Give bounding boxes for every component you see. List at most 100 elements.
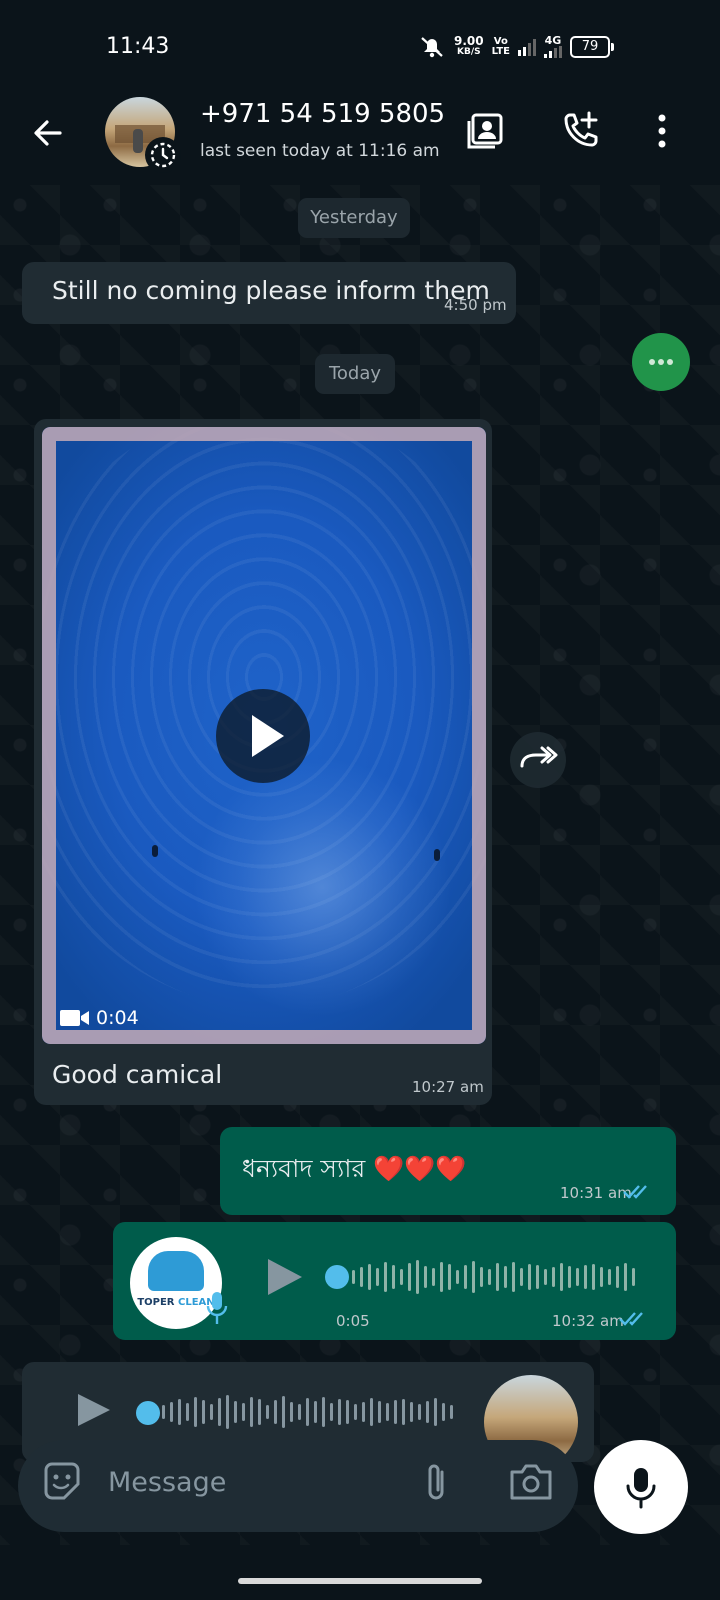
waveform-bar	[600, 1267, 603, 1287]
voice-progress-handle[interactable]	[325, 1265, 349, 1289]
chat-header: +971 54 519 5805 last seen today at 11:1…	[0, 95, 720, 185]
camera-icon[interactable]	[508, 1462, 554, 1502]
voice-play-icon[interactable]	[74, 1390, 114, 1430]
video-play-button[interactable]	[216, 689, 310, 783]
message-input-bar[interactable]	[18, 1440, 578, 1532]
video-duration: 0:04	[60, 1007, 139, 1029]
waveform-bar	[386, 1403, 389, 1421]
waveform-bar	[504, 1266, 507, 1288]
voice-progress-handle[interactable]	[136, 1401, 160, 1425]
waveform-bar	[194, 1397, 197, 1427]
waveform-bar	[362, 1402, 365, 1422]
add-call-icon[interactable]	[558, 109, 602, 153]
waveform-bar	[330, 1403, 333, 1421]
waveform-bar	[354, 1404, 357, 1420]
waveform-bar	[536, 1265, 539, 1289]
waveform-bar	[226, 1395, 229, 1429]
waveform-bar	[384, 1262, 387, 1292]
voice-duration: 0:05	[336, 1312, 370, 1330]
waveform-bar	[298, 1404, 301, 1420]
waveform-bar	[608, 1269, 611, 1285]
status-bar: 11:43 9.00 KB/S Vo LTE 4G 79	[0, 0, 720, 95]
waveform-bar	[282, 1396, 285, 1428]
date-chip-today: Today	[315, 354, 395, 394]
waveform-bar	[616, 1266, 619, 1288]
waveform-bar	[218, 1398, 221, 1426]
waveform-bar	[186, 1403, 189, 1421]
waveform-bar	[440, 1262, 443, 1292]
waveform-bar	[242, 1403, 245, 1421]
logo-text-1: TOPER	[137, 1297, 175, 1308]
waveform-bar	[568, 1266, 571, 1288]
waveform-bar	[306, 1398, 309, 1426]
contact-name[interactable]: +971 54 519 5805	[200, 99, 445, 129]
waveform-bar	[480, 1267, 483, 1287]
voice-play-icon[interactable]	[262, 1255, 306, 1299]
read-receipt-icon	[619, 1312, 643, 1326]
back-arrow-icon[interactable]	[28, 113, 68, 153]
message-time: 10:27 am	[412, 1078, 484, 1096]
video-call-icon[interactable]	[464, 109, 508, 153]
signal-icon-2	[543, 46, 562, 58]
floating-action-button[interactable]	[632, 333, 690, 391]
waveform-bar	[512, 1262, 515, 1292]
dots-icon	[649, 359, 673, 365]
waveform-bar	[402, 1399, 405, 1425]
waveform-bar	[576, 1268, 579, 1286]
waveform-bar	[464, 1265, 467, 1289]
waveform-bar	[426, 1401, 429, 1423]
voice-waveform[interactable]	[162, 1390, 462, 1434]
waveform-bar	[378, 1401, 381, 1423]
message-time: 10:32 am	[552, 1312, 624, 1330]
mic-icon	[626, 1468, 656, 1509]
mute-icon	[421, 37, 443, 58]
waveform-bar	[472, 1261, 475, 1293]
video-camera-icon	[60, 1010, 89, 1026]
waveform-bar	[210, 1404, 213, 1420]
waveform-bar	[258, 1399, 261, 1425]
voice-waveform[interactable]	[352, 1255, 644, 1299]
outgoing-message[interactable]: ধন্যবাদ স্যার ❤️❤️❤️ 10:31 am	[220, 1127, 676, 1215]
read-receipt-icon	[623, 1185, 647, 1199]
date-chip-yesterday: Yesterday	[298, 198, 410, 238]
waveform-bar	[520, 1268, 523, 1286]
waveform-bar	[274, 1400, 277, 1424]
waveform-bar	[338, 1399, 341, 1425]
waveform-bar	[360, 1267, 363, 1287]
clock: 11:43	[106, 34, 170, 59]
forward-button[interactable]	[510, 732, 566, 788]
net-speed: 9.00 KB/S	[454, 34, 484, 57]
waveform-bar	[170, 1402, 173, 1422]
message-time: 4:50 pm	[444, 296, 507, 314]
network-type: 4G	[544, 34, 562, 47]
waveform-bar	[560, 1263, 563, 1291]
waveform-bar	[322, 1397, 325, 1427]
waveform-bar	[544, 1269, 547, 1285]
voice-record-button[interactable]	[594, 1440, 688, 1534]
incoming-message[interactable]: Still no coming please inform them 4:50 …	[22, 262, 516, 324]
status-ring	[145, 137, 181, 173]
waveform-bar	[346, 1400, 349, 1424]
waveform-bar	[376, 1268, 379, 1286]
waveform-bar	[488, 1269, 491, 1285]
signal-icon	[517, 38, 536, 56]
waveform-bar	[450, 1405, 453, 1419]
waveform-bar	[408, 1263, 411, 1291]
sticker-icon[interactable]	[40, 1460, 84, 1504]
waveform-bar	[178, 1399, 181, 1425]
message-input[interactable]: Message	[108, 1467, 226, 1498]
waveform-bar	[400, 1269, 403, 1285]
volte-indicator: Vo LTE	[491, 36, 510, 57]
waveform-bar	[424, 1266, 427, 1288]
waveform-bar	[456, 1270, 459, 1284]
waveform-bar	[162, 1405, 165, 1419]
waveform-bar	[266, 1405, 269, 1419]
message-text: Still no coming please inform them	[52, 276, 490, 305]
mic-icon	[206, 1292, 228, 1324]
waveform-bar	[624, 1263, 627, 1291]
waveform-bar	[584, 1265, 587, 1289]
message-text: ধন্যবাদ স্যার ❤️❤️❤️	[242, 1154, 467, 1183]
more-options-icon[interactable]	[640, 109, 684, 153]
attach-icon[interactable]	[418, 1460, 454, 1506]
waveform-bar	[250, 1397, 253, 1427]
